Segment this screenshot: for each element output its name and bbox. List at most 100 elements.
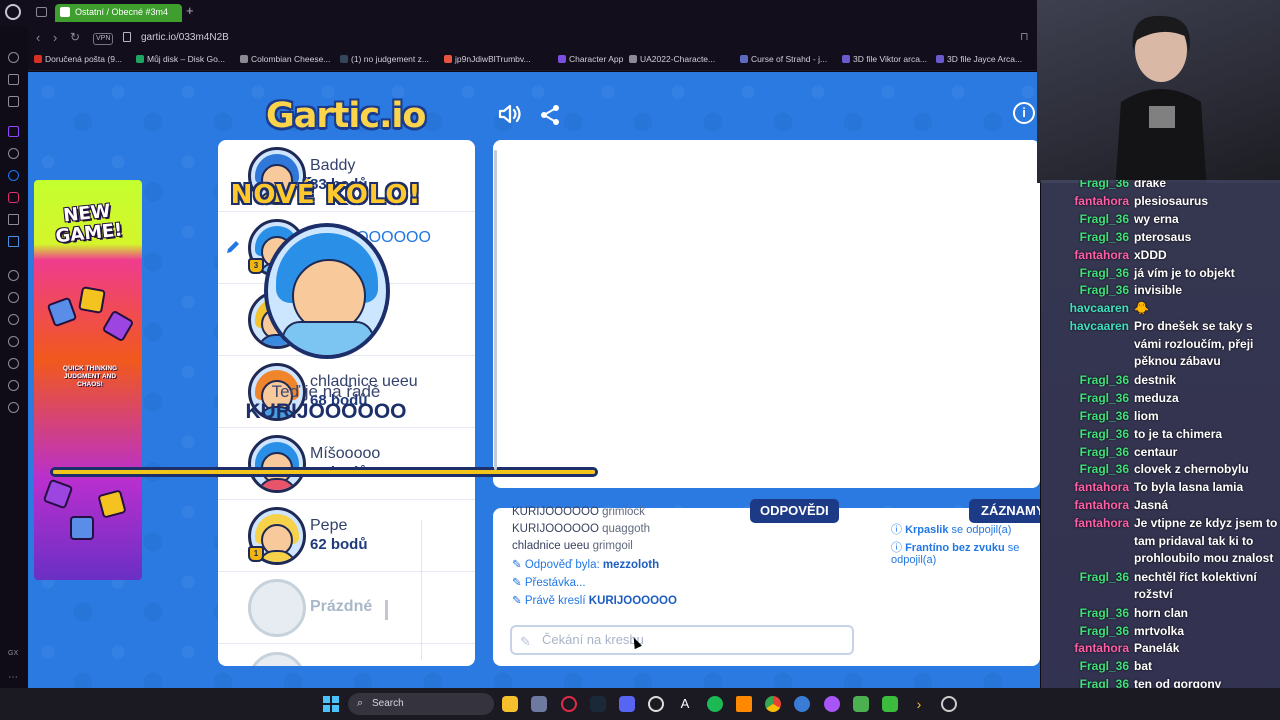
player-points: 62 bodů <box>310 536 368 553</box>
answer-input[interactable]: ✎ Čekání na kresbu <box>510 625 854 655</box>
stream-chat-text: Panelák <box>1134 641 1180 656</box>
active-tab-title: Ostatní / Obecné #3m4 <box>75 7 169 17</box>
system-text: Přestávka... <box>524 577 586 589</box>
active-tab[interactable]: Ostatní / Obecné #3m4 <box>55 4 182 22</box>
bookmark-item[interactable]: (1) no judgement z... <box>340 54 429 64</box>
forward-icon[interactable]: › <box>53 30 57 45</box>
bookmark-item[interactable]: UA2022-Characte... <box>629 54 715 64</box>
info-icon[interactable]: i <box>1013 102 1035 124</box>
bookmark-item[interactable]: Doručená pošta (9... <box>34 54 122 64</box>
empty-player-slot[interactable]: Prázdné <box>218 572 475 644</box>
steam-icon[interactable] <box>590 696 606 712</box>
bookmark-favicon-icon <box>340 55 348 63</box>
bookmark-item[interactable]: 3D file Jayce Arca... <box>936 54 1022 64</box>
back-icon[interactable]: ‹ <box>36 30 40 45</box>
stream-chat-user: Fragl_36 <box>1079 265 1129 280</box>
stream-chat-text: já vím je to objekt <box>1134 265 1235 280</box>
app-chevron-icon[interactable]: › <box>911 696 927 712</box>
gx-icon[interactable]: GX <box>8 650 19 661</box>
stream-chat-user: fantahora <box>1074 193 1129 208</box>
bookmark-label: 3D file Viktor arca... <box>853 54 928 64</box>
bookmark-favicon-icon <box>936 55 944 63</box>
log-text: se odpojil(a) <box>951 524 1012 536</box>
stream-chat-user: Fragl_36 <box>1079 444 1129 459</box>
tab-answers[interactable]: ODPOVĚDI <box>750 499 839 523</box>
opera-gx-icon[interactable] <box>561 696 577 712</box>
stream-chat-user: Fragl_36 <box>1079 283 1129 298</box>
file-explorer-icon[interactable] <box>502 696 518 712</box>
bookmark-favicon-icon <box>740 55 748 63</box>
bookmark-item[interactable]: Colombian Cheese... <box>240 54 330 64</box>
history-icon[interactable] <box>8 336 19 347</box>
chrome-icon[interactable] <box>765 696 781 712</box>
tabs-panel-icon[interactable] <box>36 7 47 17</box>
twitch-icon[interactable] <box>8 126 19 137</box>
vk-icon[interactable] <box>8 236 19 247</box>
tab-logs[interactable]: ZÁZNAMY <box>969 499 1040 523</box>
discount-icon[interactable] <box>8 148 19 159</box>
bookmark-item[interactable]: jp9nJdiwBlTrumbv... <box>444 54 531 64</box>
sound-icon[interactable] <box>498 104 522 124</box>
player-icon[interactable] <box>8 270 19 281</box>
vlc-icon[interactable] <box>736 696 752 712</box>
spotify-icon[interactable] <box>707 696 723 712</box>
answers-scrollbar[interactable] <box>385 600 388 620</box>
stream-chat-text: To byla lasna lamia <box>1134 480 1244 495</box>
save-app-icon[interactable] <box>531 696 547 712</box>
windows-start-icon[interactable] <box>323 696 339 712</box>
gartic-logo[interactable]: Gartic.io <box>266 96 426 136</box>
share-icon[interactable] <box>539 104 561 126</box>
x-icon[interactable] <box>8 214 19 225</box>
browser-logo-icon[interactable] <box>5 4 21 20</box>
minecraft-launcher-icon[interactable] <box>853 696 869 712</box>
player-name: Baddy <box>310 157 356 174</box>
trophy-icon: 1 <box>248 546 264 562</box>
bookmark-item[interactable]: 3D file Viktor arca... <box>842 54 927 64</box>
minecraft-icon[interactable] <box>882 696 898 712</box>
stream-chat-text: pterosaus <box>1134 229 1192 244</box>
answer-message: KURIJOOOOOO quaggoth <box>512 523 650 535</box>
player-row[interactable]: 1 Pepe 62 bodů <box>218 500 475 572</box>
notes-icon[interactable] <box>8 380 19 391</box>
webcam-overlay <box>1037 0 1280 183</box>
lock-icon[interactable] <box>123 32 131 42</box>
bookmark-item[interactable]: Curse of Strahd - j... <box>740 54 827 64</box>
taskbar-search[interactable]: ⌕ Search <box>348 693 494 715</box>
ad-card-icon <box>46 296 78 328</box>
messenger-app-icon[interactable] <box>824 696 840 712</box>
stream-chat-user: fantahora <box>1074 498 1129 513</box>
instagram-icon[interactable] <box>8 192 19 203</box>
new-tab-button[interactable]: + <box>186 3 194 18</box>
player-row[interactable]: Míšooooo65 bodů <box>218 428 475 500</box>
settings-app-icon[interactable] <box>941 696 957 712</box>
stream-chat-text: meduza <box>1134 390 1179 405</box>
url-field[interactable]: gartic.io/033m4N2B <box>141 32 229 43</box>
turn-label: Teď je na řadě <box>271 382 381 401</box>
players-scrollbar[interactable] <box>494 150 497 470</box>
discord-icon[interactable] <box>619 696 635 712</box>
info-circle-icon: ⓘ <box>891 542 906 554</box>
stream-chat-text: 🐥 <box>1134 301 1149 316</box>
messenger-icon[interactable] <box>8 96 19 107</box>
heart-icon[interactable] <box>8 314 19 325</box>
stream-chat-text: nechtěl říct kolektivní rožství <box>1134 569 1257 602</box>
pin-icon[interactable]: ⊓ <box>1020 30 1029 43</box>
whatsapp-icon[interactable] <box>8 74 19 85</box>
speed-dial-icon[interactable] <box>8 52 19 63</box>
stream-chat-user: fantahora <box>1074 516 1129 531</box>
settings-icon[interactable] <box>8 402 19 413</box>
download-icon[interactable] <box>8 358 19 369</box>
facebook-icon[interactable] <box>8 170 19 181</box>
trophy-icon: 3 <box>248 258 264 274</box>
bookmark-item[interactable]: Můj disk – Disk Go... <box>136 54 225 64</box>
bookmark-item[interactable]: Character App <box>558 54 623 64</box>
advertisement-banner[interactable]: NEW GAME! QUICK THINKING JUDGMENT AND CH… <box>34 180 142 580</box>
play-icon[interactable] <box>8 292 19 303</box>
browser-app-icon[interactable] <box>794 696 810 712</box>
more-icon[interactable]: ⋯ <box>8 672 19 683</box>
reload-icon[interactable]: ↻ <box>70 30 80 44</box>
pencil-icon: ✎ <box>512 595 525 607</box>
vpn-badge[interactable]: VPN <box>93 33 114 45</box>
obs-icon[interactable] <box>648 696 664 712</box>
adobe-icon[interactable]: A <box>677 696 693 712</box>
